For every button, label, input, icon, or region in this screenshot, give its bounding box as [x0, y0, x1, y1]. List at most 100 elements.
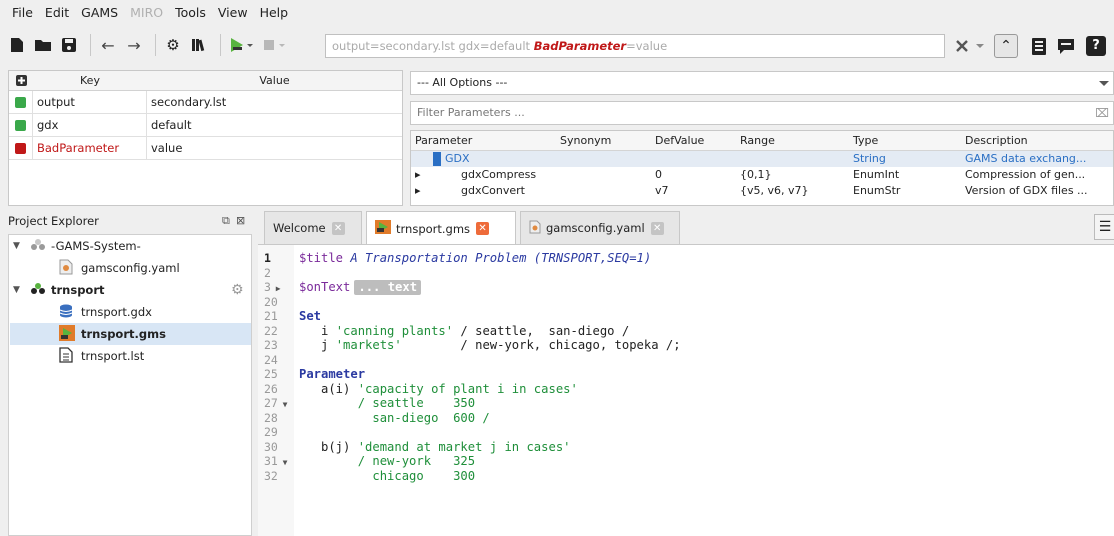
- save-icon[interactable]: [58, 34, 80, 56]
- tree-item-label: trnsport.lst: [81, 349, 145, 363]
- command-line-parameters-input[interactable]: output=secondary.lst gdx=default BadPara…: [325, 34, 945, 58]
- col-defvalue[interactable]: DefValue: [651, 131, 736, 150]
- code-line: Parameter: [299, 367, 365, 382]
- close-tab-icon[interactable]: ✕: [476, 222, 490, 235]
- option-value[interactable]: value: [147, 141, 402, 155]
- history-dropdown-icon[interactable]: [974, 33, 986, 59]
- param-synonym: [556, 183, 651, 199]
- option-row[interactable]: gdx default: [9, 113, 402, 137]
- line-number: 31 ▼: [264, 454, 288, 468]
- expand-arrow-icon[interactable]: ▸: [411, 167, 441, 183]
- definition-row[interactable]: ▸ gdxCompress 0 {0,1} EnumInt Compressio…: [411, 167, 1113, 183]
- settings-gear-icon[interactable]: ⚙: [162, 34, 184, 56]
- tab-gamsconfig-yaml[interactable]: gamsconfig.yaml ✕: [520, 211, 680, 244]
- code-line: / seattle 350: [299, 396, 476, 410]
- tree-item-trnsport-group[interactable]: ▼ trnsport ⚙: [13, 279, 251, 301]
- float-panel-icon[interactable]: ⧉: [222, 210, 230, 232]
- option-row[interactable]: BadParameter value: [9, 136, 402, 160]
- panel-title: Project Explorer: [8, 214, 99, 228]
- tree-item-trnsport-gdx[interactable]: trnsport.gdx: [59, 301, 152, 323]
- close-tab-icon[interactable]: ✕: [650, 221, 664, 235]
- expand-arrow-icon[interactable]: ▼: [13, 241, 29, 251]
- param-name: gdxCompress: [461, 168, 537, 181]
- close-tab-icon[interactable]: ✕: [331, 221, 345, 235]
- code-line: $onText... text: [299, 280, 422, 295]
- menu-tools[interactable]: Tools: [169, 5, 212, 20]
- run-icon[interactable]: [227, 34, 257, 56]
- error-flag: [9, 136, 33, 160]
- filter-placeholder: Filter Parameters ...: [417, 106, 525, 119]
- menu-gams[interactable]: GAMS: [75, 5, 124, 20]
- filter-parameters-input[interactable]: Filter Parameters ... ⌧: [410, 101, 1114, 125]
- toggle-option-editor-button[interactable]: ⌃: [994, 33, 1018, 59]
- forward-arrow-icon[interactable]: →: [123, 34, 145, 56]
- tree-item-label: gamsconfig.yaml: [81, 261, 180, 275]
- code-editor[interactable]: 1 2 3 ▶ 20 21 22 23 24 25 26 27 ▼ 28 29 …: [258, 244, 1114, 536]
- option-row[interactable]: output secondary.lst: [9, 90, 402, 114]
- column-header-key[interactable]: Key: [33, 71, 147, 90]
- option-key[interactable]: output: [33, 90, 147, 114]
- col-parameter[interactable]: Parameter: [411, 131, 556, 150]
- menu-view[interactable]: View: [212, 5, 254, 20]
- option-key[interactable]: gdx: [33, 113, 147, 137]
- fold-arrow-icon[interactable]: ▼: [278, 400, 288, 409]
- model-library-icon[interactable]: [188, 34, 210, 56]
- col-range[interactable]: Range: [736, 131, 849, 150]
- toolbar-separator: [220, 34, 221, 56]
- option-value[interactable]: default: [147, 118, 402, 132]
- line-number: 20: [264, 294, 278, 309]
- menu-help[interactable]: Help: [254, 5, 295, 20]
- fold-arrow-icon[interactable]: ▶: [271, 284, 281, 293]
- folded-text-marker[interactable]: ... text: [354, 280, 422, 295]
- definition-row[interactable]: ▸ gdxConvert v7 {v5, v6, v7} EnumStr Ver…: [411, 183, 1113, 199]
- param-type: String: [853, 152, 886, 165]
- param-default: 0: [655, 168, 662, 181]
- code-directive: $title: [299, 251, 344, 265]
- back-arrow-icon[interactable]: ←: [97, 34, 119, 56]
- line-number: 1: [264, 251, 271, 265]
- tree-item-trnsport-gms[interactable]: trnsport.gms: [10, 323, 251, 345]
- code-line: b(j) 'demand at market j in cases': [299, 439, 571, 454]
- option-category-dropdown[interactable]: --- All Options ---: [410, 71, 1114, 95]
- clear-filter-icon[interactable]: ⌧: [1095, 102, 1109, 124]
- tree-item-gams-system[interactable]: ▼ -GAMS-System-: [13, 235, 141, 257]
- definition-row[interactable]: GDX String GAMS data exchang...: [411, 151, 1113, 167]
- code-directive: $onText: [299, 280, 351, 294]
- code-line: chicago 300: [299, 468, 476, 483]
- expand-arrow-icon[interactable]: ▸: [411, 183, 441, 199]
- add-option-icon[interactable]: [9, 71, 33, 90]
- menu-miro[interactable]: MIRO: [124, 5, 169, 20]
- option-value[interactable]: secondary.lst: [147, 95, 402, 109]
- line-number: 26: [264, 381, 278, 396]
- new-file-icon[interactable]: [6, 34, 28, 56]
- tree-item-label: trnsport.gms: [81, 327, 166, 341]
- message-icon[interactable]: [1057, 33, 1075, 59]
- close-panel-icon[interactable]: ⊠: [236, 210, 245, 232]
- selected-indicator: [411, 151, 441, 167]
- help-icon[interactable]: ?: [1086, 33, 1106, 59]
- open-folder-icon[interactable]: [32, 34, 54, 56]
- tree-item-trnsport-lst[interactable]: trnsport.lst: [59, 345, 144, 367]
- col-description[interactable]: Description: [961, 131, 1111, 150]
- column-header-value[interactable]: Value: [147, 71, 402, 90]
- tab-welcome[interactable]: Welcome ✕: [264, 211, 362, 244]
- clear-parameters-icon[interactable]: [955, 33, 969, 59]
- menu-edit[interactable]: Edit: [39, 5, 75, 20]
- menu-bar: File Edit GAMS MIRO Tools View Help: [0, 0, 1114, 24]
- code-line: / new-york 325: [299, 454, 476, 468]
- option-editor-table: Key Value output secondary.lst gdx defau…: [8, 70, 403, 206]
- menu-file[interactable]: File: [6, 5, 39, 20]
- tab-list-menu-icon[interactable]: ☰: [1094, 214, 1114, 240]
- tree-item-gamsconfig[interactable]: gamsconfig.yaml: [59, 257, 180, 279]
- toolbar-separator: [155, 34, 156, 56]
- fold-arrow-icon[interactable]: ▼: [278, 458, 288, 467]
- col-synonym[interactable]: Synonym: [556, 131, 651, 150]
- option-key[interactable]: BadParameter: [33, 136, 147, 160]
- document-icon[interactable]: [1030, 33, 1048, 59]
- gear-icon[interactable]: ⚙: [231, 282, 244, 298]
- col-type[interactable]: Type: [849, 131, 961, 150]
- tab-trnsport-gms[interactable]: trnsport.gms ✕: [366, 211, 516, 245]
- expand-arrow-icon[interactable]: ▼: [13, 285, 29, 295]
- stop-icon[interactable]: [261, 34, 289, 56]
- code-keyword: Set: [299, 309, 322, 323]
